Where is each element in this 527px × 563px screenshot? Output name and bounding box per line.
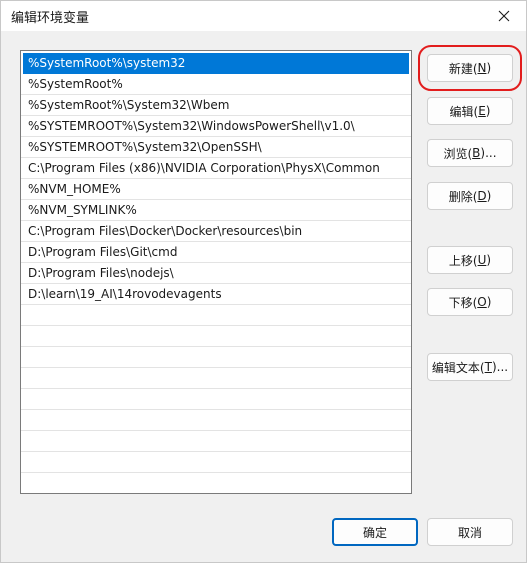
list-item[interactable]: C:\Program Files\Docker\Docker\resources… — [21, 221, 411, 242]
close-icon — [498, 10, 510, 22]
list-item[interactable]: %SYSTEMROOT%\System32\OpenSSH\ — [21, 137, 411, 158]
title-bar: 编辑环境变量 — [1, 1, 526, 31]
list-item[interactable]: %NVM_HOME% — [21, 179, 411, 200]
list-empty-row — [21, 347, 411, 368]
new-button[interactable]: 新建(N) — [418, 45, 522, 91]
list-item[interactable]: D:\Program Files\Git\cmd — [21, 242, 411, 263]
edit-env-var-dialog: 编辑环境变量 %SystemRoot%\system32 %SystemRoot%… — [0, 0, 527, 563]
list-empty-row — [21, 326, 411, 347]
list-empty-row — [21, 452, 411, 473]
edit-button[interactable]: 编辑(E) — [427, 97, 513, 125]
list-empty-row — [21, 410, 411, 431]
list-empty-row — [21, 389, 411, 410]
delete-button[interactable]: 删除(D) — [427, 182, 513, 210]
list-item[interactable]: D:\learn\19_AI\14rovodevagents — [21, 284, 411, 305]
list-item[interactable]: D:\Program Files\nodejs\ — [21, 263, 411, 284]
cancel-button[interactable]: 取消 — [427, 518, 513, 546]
close-button[interactable] — [482, 1, 526, 31]
list-item[interactable]: %NVM_SYMLINK% — [21, 200, 411, 221]
list-item[interactable]: C:\Program Files (x86)\NVIDIA Corporatio… — [21, 158, 411, 179]
list-item[interactable]: %SystemRoot%\system32 — [23, 53, 409, 74]
list-item[interactable]: %SystemRoot%\System32\Wbem — [21, 95, 411, 116]
browse-button[interactable]: 浏览(B)... — [427, 139, 513, 167]
list-empty-row — [21, 473, 411, 493]
move-up-button[interactable]: 上移(U) — [427, 246, 513, 274]
edit-text-button[interactable]: 编辑文本(T)... — [427, 353, 513, 381]
move-down-button[interactable]: 下移(O) — [427, 288, 513, 316]
list-item[interactable]: %SystemRoot% — [21, 74, 411, 95]
ok-button[interactable]: 确定 — [332, 518, 418, 546]
dialog-title: 编辑环境变量 — [11, 11, 90, 26]
list-item[interactable]: %SYSTEMROOT%\System32\WindowsPowerShell\… — [21, 116, 411, 137]
list-empty-row — [21, 305, 411, 326]
list-empty-row — [21, 431, 411, 452]
path-list[interactable]: %SystemRoot%\system32 %SystemRoot% %System… — [20, 50, 412, 494]
list-empty-row — [21, 368, 411, 389]
